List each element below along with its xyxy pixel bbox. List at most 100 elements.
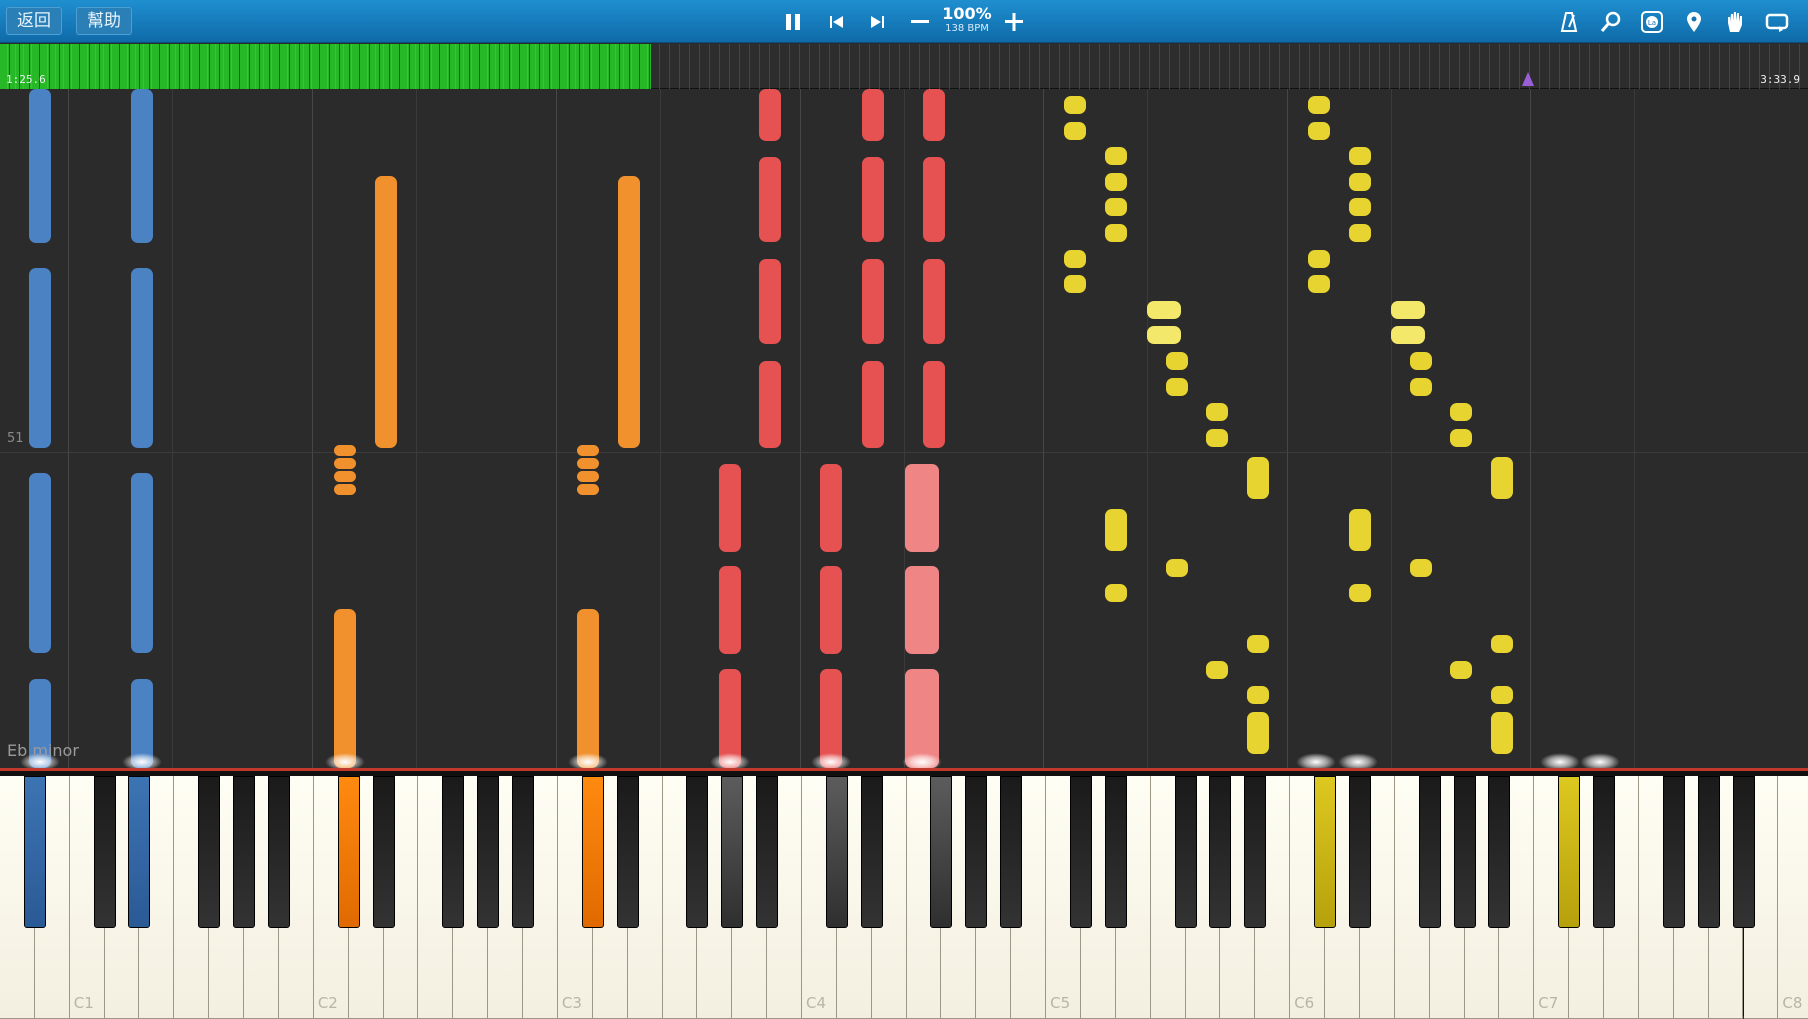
black-key[interactable] [825,776,848,928]
black-key[interactable] [1314,776,1337,928]
note [1206,403,1228,421]
black-key[interactable] [477,776,500,928]
note [1410,352,1432,370]
black-key[interactable] [1488,776,1511,928]
black-key[interactable] [93,776,116,928]
black-key[interactable] [860,776,883,928]
note [1247,635,1269,653]
bookmark-marker[interactable] [1522,72,1534,86]
black-key[interactable] [1593,776,1616,928]
black-key[interactable] [1697,776,1720,928]
note [1349,509,1371,551]
octave-label: C8 [1782,994,1803,1012]
note [334,609,356,768]
note-label-icon[interactable]: La [1639,9,1665,35]
note [1166,378,1188,396]
black-key[interactable] [721,776,744,928]
note [1166,352,1188,370]
skip-forward-icon[interactable] [864,9,890,35]
note [1491,635,1513,653]
black-key[interactable] [756,776,779,928]
black-key[interactable] [1453,776,1476,928]
note [1308,250,1330,268]
note [1105,224,1127,242]
octave-label: C3 [561,994,582,1012]
note [862,259,884,344]
black-key[interactable] [337,776,360,928]
note [577,609,599,768]
black-key[interactable] [1732,776,1755,928]
black-key[interactable] [1348,776,1371,928]
black-key[interactable] [23,776,46,928]
black-key[interactable] [686,776,709,928]
note [1105,584,1127,602]
note [1105,198,1127,216]
hand-icon[interactable] [1722,9,1748,35]
note [375,176,397,448]
back-button[interactable]: 返回 [6,7,62,35]
location-pin-icon[interactable] [1681,9,1707,35]
magnifier-icon[interactable] [1598,9,1624,35]
black-key[interactable] [616,776,639,928]
note [923,361,945,448]
note [577,458,599,469]
note [1206,661,1228,679]
pause-icon[interactable] [780,9,806,35]
octave-label: C5 [1050,994,1071,1012]
help-button[interactable]: 幫助 [76,7,132,35]
black-key[interactable] [1104,776,1127,928]
skip-back-icon[interactable] [824,9,850,35]
sparkle-effect [122,753,162,768]
black-key[interactable] [581,776,604,928]
black-key[interactable] [512,776,535,928]
note [1491,686,1513,704]
piano-keyboard[interactable]: C1 C2 C3 C4 C5 C6 C7 C8 [0,768,1808,1019]
note [1308,96,1330,114]
current-time: 1:25.6 [6,73,46,86]
speed-down-button[interactable] [907,9,933,35]
speed-up-button[interactable] [1001,9,1027,35]
note [131,268,153,448]
black-key[interactable] [1418,776,1441,928]
note [1064,96,1086,114]
note [1247,686,1269,704]
sparkle-effect [568,753,608,768]
black-key[interactable] [930,776,953,928]
black-key[interactable] [128,776,151,928]
black-key[interactable] [198,776,221,928]
timeline-bar[interactable]: 1:25.6 3:33.9 [0,44,1808,89]
black-key[interactable] [1174,776,1197,928]
note [577,484,599,495]
speed-display: 100% 138 BPM [940,5,994,35]
total-time: 3:33.9 [1760,73,1800,86]
black-key[interactable] [1244,776,1267,928]
white-key[interactable]: C8 [1778,776,1808,1019]
black-key[interactable] [1000,776,1023,928]
note [334,445,356,456]
piano-roll: 51 Eb minor [0,89,1808,768]
note [577,445,599,456]
octave-label: C1 [73,994,94,1012]
note [719,566,741,654]
black-key[interactable] [965,776,988,928]
black-key[interactable] [267,776,290,928]
top-toolbar: 返回 幫助 100% 138 BPM La [0,0,1808,43]
note [334,471,356,482]
sparkle-effect [811,753,851,768]
metronome-icon[interactable] [1556,9,1582,35]
measure-number: 51 [7,431,24,446]
note [334,484,356,495]
black-key[interactable] [1662,776,1685,928]
black-key[interactable] [233,776,256,928]
black-key[interactable] [1209,776,1232,928]
note [1064,122,1086,140]
black-key[interactable] [372,776,395,928]
black-key[interactable] [442,776,465,928]
svg-text:La: La [1648,19,1656,27]
note [131,473,153,653]
black-key[interactable] [1069,776,1092,928]
black-key[interactable] [1558,776,1581,928]
note [719,464,741,552]
loop-icon[interactable] [1764,9,1790,35]
note [1105,509,1127,551]
